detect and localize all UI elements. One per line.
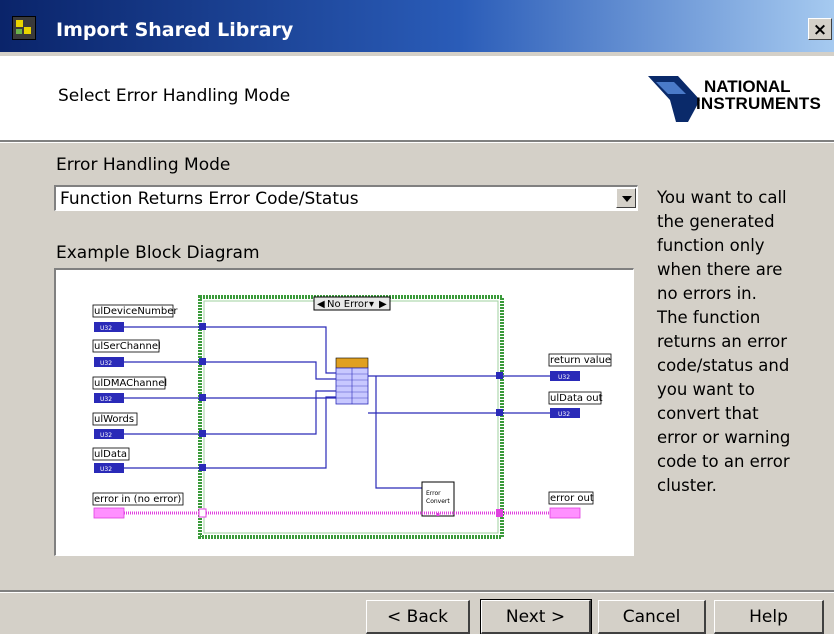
error-out-indicator: error out	[548, 491, 594, 519]
input-control-3: ulDMAChannel U32	[92, 376, 167, 403]
input-label-4: ulWords	[94, 414, 134, 425]
output-label-1: return value	[550, 355, 611, 366]
output-indicator-2: ulData out U32	[548, 391, 603, 418]
chevron-down-icon[interactable]	[616, 188, 636, 208]
case-structure-frame	[198, 295, 504, 539]
output-label-2: ulData out	[550, 393, 603, 404]
example-block-diagram: ◀ No Error ▾ ▶ ulDeviceNumber U32 ulSerC…	[54, 268, 634, 556]
back-button[interactable]: < Back	[366, 600, 470, 634]
input-type-2: U32	[100, 360, 112, 367]
help-line: returns an error	[657, 332, 788, 351]
help-line: no errors in.	[657, 284, 757, 303]
diagram-label: Example Block Diagram	[56, 243, 260, 263]
error-wire	[124, 508, 552, 518]
case-selector-next-icon: ▶	[379, 299, 387, 310]
call-library-node	[335, 357, 369, 405]
help-line: you want to	[657, 380, 755, 399]
input-type-3: U32	[100, 396, 112, 403]
output-indicator-1: return value U32	[548, 353, 612, 381]
input-control-1: ulDeviceNumber U32	[92, 304, 178, 332]
error-mode-label: Error Handling Mode	[56, 155, 231, 175]
page-subtitle: Select Error Handling Mode	[58, 86, 291, 106]
help-line: The function	[657, 308, 761, 327]
help-line: convert that	[657, 404, 759, 423]
help-line: code to an error	[657, 452, 790, 471]
error-mode-select[interactable]: Function Returns Error Code/Status	[54, 185, 638, 211]
next-button[interactable]: Next >	[480, 599, 592, 634]
help-line: function only	[657, 236, 765, 255]
u32-wires	[124, 326, 552, 489]
case-selector-dropdown-icon: ▾	[369, 299, 374, 310]
help-button[interactable]: Help	[714, 600, 824, 634]
error-convert-subvi: Error Convert	[421, 481, 455, 517]
error-out-label: error out	[550, 493, 594, 504]
header-divider	[0, 140, 834, 143]
help-line: You want to call	[657, 188, 787, 207]
wizard-header: Select Error Handling Mode NATIONAL INST…	[0, 56, 834, 140]
input-control-4: ulWords U32	[92, 412, 138, 439]
ni-eagle-icon	[648, 76, 700, 122]
output-type-2: U32	[558, 411, 570, 418]
case-selector-prev-icon: ◀	[317, 299, 325, 310]
logo-text-instruments: INSTRUMENTS	[696, 94, 821, 113]
output-type-1: U32	[558, 374, 570, 381]
error-in-label: error in (no error)	[94, 494, 181, 505]
input-label-1: ulDeviceNumber	[94, 306, 178, 317]
help-line: cluster.	[657, 476, 717, 495]
input-label-5: ulData	[94, 449, 127, 460]
input-type-4: U32	[100, 432, 112, 439]
help-line: when there are	[657, 260, 783, 279]
footer-divider	[0, 590, 834, 593]
convert-line-1: Error	[426, 490, 441, 497]
input-control-5: ulData U32	[92, 447, 130, 473]
input-type-1: U32	[100, 325, 112, 332]
input-type-5: U32	[100, 466, 112, 473]
cancel-button[interactable]: Cancel	[598, 600, 706, 634]
error-mode-value: Function Returns Error Code/Status	[60, 189, 359, 209]
national-instruments-logo: NATIONAL INSTRUMENTS	[648, 74, 828, 124]
help-line: error or warning	[657, 428, 791, 447]
input-label-3: ulDMAChannel	[94, 378, 167, 389]
input-control-2: ulSerChannel U32	[92, 339, 161, 367]
input-label-2: ulSerChannel	[94, 341, 161, 352]
window-title: Import Shared Library	[56, 19, 294, 41]
close-button[interactable]: ×	[808, 18, 832, 40]
labview-app-icon	[12, 16, 36, 40]
title-bar: Import Shared Library ×	[0, 0, 834, 52]
help-line: the generated	[657, 212, 775, 231]
block-diagram-canvas: ◀ No Error ▾ ▶ ulDeviceNumber U32 ulSerC…	[92, 295, 612, 539]
help-text: You want to call the generated function …	[657, 186, 827, 498]
convert-line-2: Convert	[426, 498, 450, 505]
case-selector-label: No Error	[327, 299, 369, 310]
help-line: code/status and	[657, 356, 790, 375]
